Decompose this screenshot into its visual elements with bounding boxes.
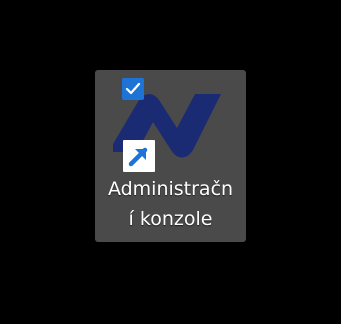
shortcut-label-line-1: Administračn xyxy=(107,178,234,200)
shortcut-arrow-icon xyxy=(123,140,155,172)
desktop: Administračn í konzole xyxy=(0,0,341,324)
desktop-shortcut-administracni-konzole[interactable]: Administračn í konzole xyxy=(95,70,246,242)
shortcut-label: Administračn í konzole xyxy=(95,174,246,234)
shortcut-label-line-2: í konzole xyxy=(128,208,213,230)
selection-checkbox[interactable] xyxy=(122,78,144,100)
